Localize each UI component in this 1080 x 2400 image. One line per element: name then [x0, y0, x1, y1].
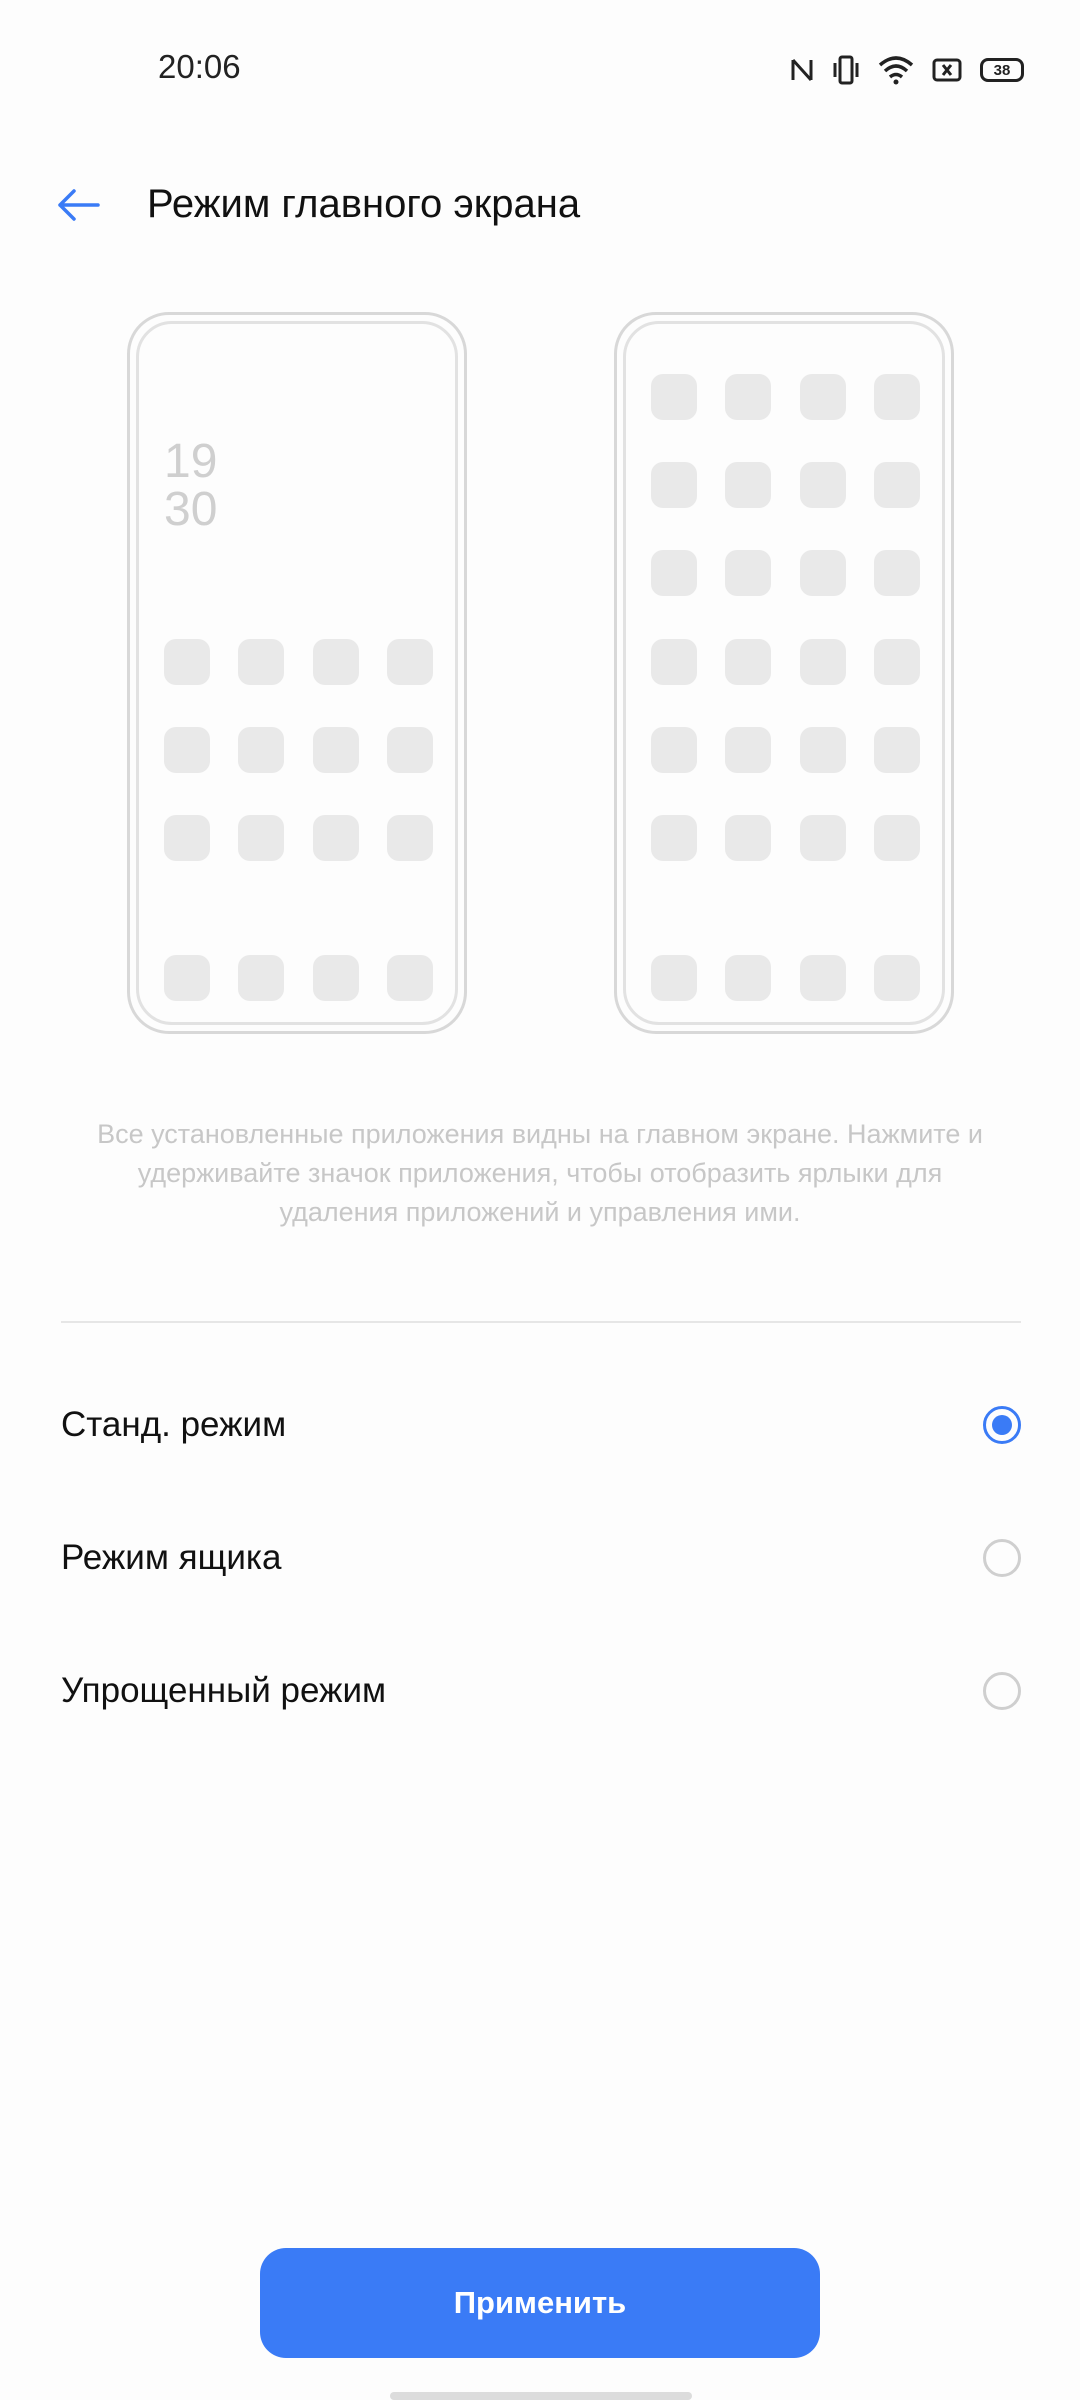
preview-app-icon: [874, 374, 920, 420]
vibrate-icon: [832, 55, 860, 85]
preview-app-icon: [238, 727, 284, 773]
preview-app-icon: [874, 462, 920, 508]
preview-app-icon: [800, 374, 846, 420]
apply-button[interactable]: Применить: [260, 2248, 820, 2358]
preview-app-icon: [800, 815, 846, 861]
preview-dock-icon: [800, 955, 846, 1001]
preview-app-icon: [387, 727, 433, 773]
preview-app-icon: [725, 550, 771, 596]
preview-app-icon: [651, 727, 697, 773]
preview-app-icon: [725, 815, 771, 861]
preview-dock-icon: [313, 955, 359, 1001]
preview-app-icon: [651, 550, 697, 596]
preview-dock-icon: [164, 955, 210, 1001]
preview-app-icon: [313, 815, 359, 861]
preview-app-icon: [651, 462, 697, 508]
page-title: Режим главного экрана: [147, 182, 581, 226]
preview-dock-icon: [874, 955, 920, 1001]
option-label: Упрощенный режим: [61, 1671, 387, 1710]
preview-clock-minutes: 30: [164, 483, 218, 536]
divider: [61, 1321, 1021, 1323]
preview-app-icon: [651, 639, 697, 685]
preview-dock-icon: [725, 955, 771, 1001]
wifi-icon: [878, 55, 914, 85]
option-standard-mode[interactable]: Станд. режим: [61, 1375, 1021, 1475]
radio-button[interactable]: [983, 1672, 1021, 1710]
preview-drawer-mode: [614, 312, 954, 1034]
home-indicator[interactable]: [390, 2392, 692, 2400]
preview-app-icon: [313, 727, 359, 773]
preview-app-icon: [874, 550, 920, 596]
radio-button[interactable]: [983, 1539, 1021, 1577]
nfc-icon: [790, 56, 814, 84]
option-label: Станд. режим: [61, 1405, 287, 1444]
preview-app-icon: [651, 374, 697, 420]
preview-app-icon: [651, 815, 697, 861]
arrow-left-icon: [58, 189, 100, 221]
preview-app-icon: [164, 815, 210, 861]
status-time: 20:06: [158, 48, 241, 85]
option-simple-mode[interactable]: Упрощенный режим: [61, 1641, 1021, 1741]
preview-dock-icon: [651, 955, 697, 1001]
preview-app-icon: [387, 639, 433, 685]
preview-app-icon: [800, 639, 846, 685]
sim-off-icon: [932, 57, 962, 83]
option-label: Режим ящика: [61, 1538, 282, 1577]
preview-app-icon: [874, 815, 920, 861]
battery-level: 38: [993, 61, 1011, 79]
preview-app-icon: [164, 639, 210, 685]
preview-app-icon: [164, 727, 210, 773]
preview-app-icon: [313, 639, 359, 685]
preview-app-icon: [238, 815, 284, 861]
preview-dock-icon: [387, 955, 433, 1001]
preview-app-icon: [800, 727, 846, 773]
preview-app-icon: [874, 727, 920, 773]
preview-standard-mode: 19 30: [127, 312, 467, 1034]
preview-app-icon: [238, 639, 284, 685]
preview-app-icon: [725, 374, 771, 420]
preview-clock-hours: 19: [164, 435, 218, 488]
battery-icon: 38: [980, 58, 1024, 82]
preview-app-icon: [725, 639, 771, 685]
option-drawer-mode[interactable]: Режим ящика: [61, 1508, 1021, 1608]
preview-app-icon: [387, 815, 433, 861]
preview-app-icon: [725, 462, 771, 508]
preview-app-icon: [874, 639, 920, 685]
mode-description: Все установленные приложения видны на гл…: [97, 1119, 983, 1227]
preview-app-icon: [800, 550, 846, 596]
preview-app-icon: [800, 462, 846, 508]
preview-app-icon: [725, 727, 771, 773]
preview-dock-icon: [238, 955, 284, 1001]
status-icons: 38: [790, 50, 1024, 90]
back-button[interactable]: [54, 180, 104, 230]
radio-button-selected[interactable]: [983, 1406, 1021, 1444]
